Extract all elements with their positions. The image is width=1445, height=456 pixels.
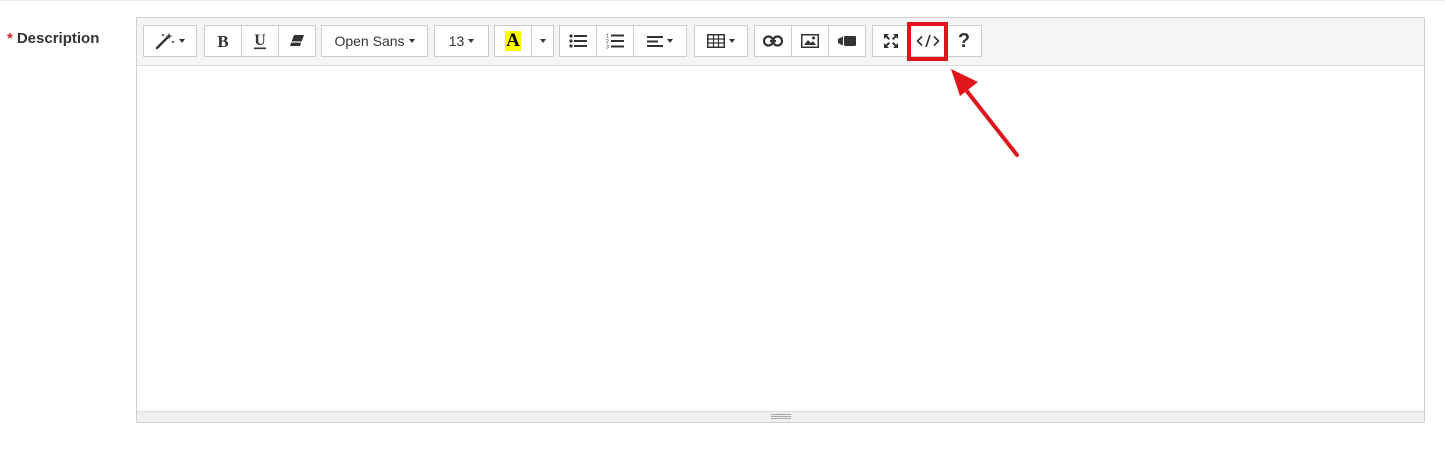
rich-text-editor: B U Open Sans 13 A 1 2 3 ? [136, 17, 1425, 423]
paragraph-align-dropdown[interactable] [633, 25, 687, 57]
chevron-down-icon [667, 39, 673, 43]
editor-statusbar [137, 411, 1424, 422]
magic-wand-icon [155, 33, 174, 50]
insert-link-button[interactable] [754, 25, 792, 57]
bullet-list-icon [569, 34, 587, 48]
svg-text:3: 3 [606, 45, 609, 50]
description-label: * Description [7, 30, 99, 47]
font-family-value: Open Sans [334, 33, 405, 49]
align-left-icon [647, 35, 663, 47]
required-mark: * [7, 30, 13, 47]
numbered-list-icon: 1 2 3 [606, 34, 624, 50]
resize-handle-icon[interactable] [771, 414, 791, 419]
unordered-list-button[interactable] [559, 25, 597, 57]
svg-text:B: B [217, 33, 228, 49]
picture-icon [801, 34, 819, 48]
table-icon [707, 34, 725, 48]
insert-video-button[interactable] [828, 25, 866, 57]
chevron-down-icon [468, 39, 475, 43]
video-camera-icon [838, 36, 856, 46]
font-size-dropdown[interactable]: 13 [434, 25, 489, 57]
font-family-dropdown[interactable]: Open Sans [321, 25, 428, 57]
bold-button[interactable]: B [204, 25, 242, 57]
underline-icon: U [254, 32, 266, 50]
bold-icon: B [217, 33, 228, 49]
chevron-down-icon [179, 39, 185, 43]
editor-content-area[interactable] [137, 66, 1424, 413]
chevron-down-icon [408, 39, 415, 43]
top-divider [0, 0, 1445, 1]
editor-toolbar: B U Open Sans 13 A 1 2 3 ? [137, 18, 1424, 66]
chevron-down-icon [729, 39, 735, 43]
help-button[interactable]: ? [946, 25, 982, 57]
recent-color-button[interactable]: A [494, 25, 532, 57]
font-color-icon: A [505, 30, 521, 51]
clear-format-button[interactable] [278, 25, 316, 57]
color-dropdown-button[interactable] [531, 25, 554, 57]
chevron-down-icon [539, 39, 546, 43]
link-icon [763, 35, 783, 47]
help-icon: ? [957, 29, 971, 52]
annotation-highlight-box [907, 22, 948, 61]
style-dropdown-button[interactable] [143, 25, 197, 57]
ordered-list-button[interactable]: 1 2 3 [596, 25, 634, 57]
fullscreen-icon [884, 34, 898, 48]
insert-picture-button[interactable] [791, 25, 829, 57]
eraser-icon [290, 35, 304, 46]
fullscreen-button[interactable] [872, 25, 910, 57]
table-dropdown-button[interactable] [694, 25, 748, 57]
description-label-text: Description [16, 30, 100, 47]
svg-text:U: U [254, 32, 266, 49]
underline-button[interactable]: U [241, 25, 279, 57]
font-size-value: 13 [448, 33, 465, 49]
